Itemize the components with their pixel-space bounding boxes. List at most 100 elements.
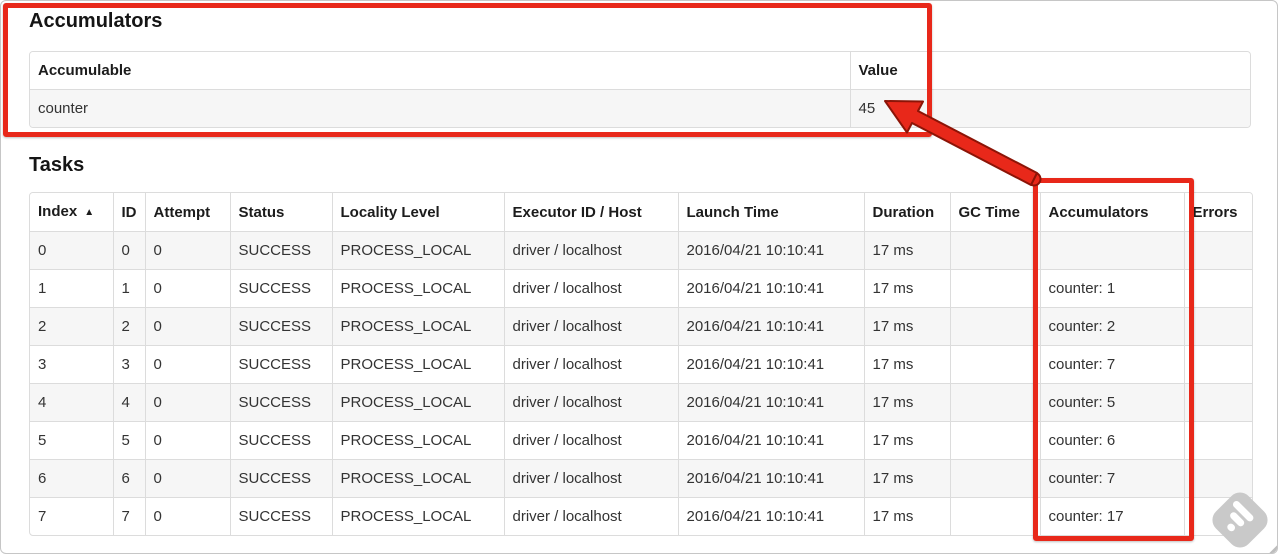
column-header-index[interactable]: Index ▲ [30,193,113,232]
feedly-logo-icon [1212,492,1268,548]
table-cell: SUCCESS [229,459,332,498]
table-row: counter 45 [30,89,1250,127]
table-cell [1039,231,1184,270]
table-cell: 0 [144,345,230,384]
table-cell: counter: 2 [1039,307,1184,346]
table-cell: 0 [144,231,230,270]
table-cell: 3 [112,345,145,384]
table-cell [949,231,1040,270]
table-cell: 7 [112,497,145,535]
table-cell: driver / localhost [503,269,678,308]
table-cell: driver / localhost [503,459,678,498]
table-cell [1183,307,1252,346]
table-cell: 2016/04/21 10:10:41 [677,307,864,346]
accumulators-section-title: Accumulators [29,10,163,32]
table-cell: PROCESS_LOCAL [331,231,504,270]
column-header-executor-id-host[interactable]: Executor ID / Host [503,193,678,232]
table-cell: 5 [30,421,113,460]
column-header-accumulators[interactable]: Accumulators [1039,193,1184,232]
column-header-gc-time[interactable]: GC Time [949,193,1040,232]
column-header-label: ID [121,203,137,221]
column-header-locality-level[interactable]: Locality Level [331,193,504,232]
table-cell: 7 [30,497,113,535]
table-cell: counter: 17 [1039,497,1184,535]
table-cell: 4 [30,383,113,422]
table-cell: PROCESS_LOCAL [331,421,504,460]
table-cell [949,459,1040,498]
table-cell: 17 ms [863,307,950,346]
table-cell [949,269,1040,308]
table-cell: SUCCESS [229,307,332,346]
table-cell: 17 ms [863,269,950,308]
table-cell: 0 [144,383,230,422]
table-cell: 1 [112,269,145,308]
table-cell: driver / localhost [503,231,678,270]
table-row: 2 2 0 SUCCESS PROCESS_LOCAL driver / localhos… [30,307,1252,346]
spark-ui-stage-page: Accumulators Accumulable Value counter 45 … [0,0,1278,554]
table-cell [949,307,1040,346]
column-header-attempt[interactable]: Attempt [144,193,230,232]
table-cell: 2016/04/21 10:10:41 [677,421,864,460]
sort-ascending-icon: ▲ [84,207,95,218]
table-cell: PROCESS_LOCAL [331,269,504,308]
table-cell: driver / localhost [503,497,678,535]
table-cell: counter: 1 [1039,269,1184,308]
table-cell: PROCESS_LOCAL [331,459,504,498]
table-cell: counter: 7 [1039,345,1184,384]
table-cell: PROCESS_LOCAL [331,497,504,535]
table-row: 1 1 0 SUCCESS PROCESS_LOCAL driver / localhos… [30,269,1252,308]
table-cell: counter: 6 [1039,421,1184,460]
table-row: 3 3 0 SUCCESS PROCESS_LOCAL driver / localhos… [30,345,1252,384]
table-header-row: Index ▲ ID Attempt Status Locality Level Execu… [30,193,1252,232]
table-row: 5 5 0 SUCCESS PROCESS_LOCAL driver / localhos… [30,421,1252,460]
table-cell: driver / localhost [503,307,678,346]
table-cell: 1 [30,269,113,308]
table-cell: 45 [849,89,1250,127]
column-header-accumulable[interactable]: Accumulable [30,52,850,90]
table-cell: SUCCESS [229,497,332,535]
table-cell [1183,383,1252,422]
table-cell: 0 [144,459,230,498]
table-cell: 2016/04/21 10:10:41 [677,459,864,498]
column-header-errors[interactable]: Errors [1183,193,1252,232]
column-header-launch-time[interactable]: Launch Time [677,193,864,232]
table-cell: 0 [144,497,230,535]
table-row: 0 0 0 SUCCESS PROCESS_LOCAL driver / localhos… [30,231,1252,270]
table-cell: 6 [112,459,145,498]
table-cell: SUCCESS [229,231,332,270]
table-cell: 2016/04/21 10:10:41 [677,231,864,270]
table-cell: 2016/04/21 10:10:41 [677,269,864,308]
table-cell [949,497,1040,535]
table-cell: 17 ms [863,231,950,270]
table-cell [949,383,1040,422]
tasks-table: Index ▲ ID Attempt Status Locality Level Execu… [29,192,1253,536]
page-content: Accumulators Accumulable Value counter 45 … [1,1,1277,536]
table-cell: PROCESS_LOCAL [331,383,504,422]
table-cell [949,421,1040,460]
column-header-label: Status [238,203,285,221]
table-cell: 2016/04/21 10:10:41 [677,345,864,384]
column-header-label: Attempt [153,203,211,221]
table-cell: 0 [144,269,230,308]
table-cell: SUCCESS [229,345,332,384]
column-header-status[interactable]: Status [229,193,332,232]
column-header-label: Accumulators [1048,203,1149,221]
column-header-id[interactable]: ID [112,193,145,232]
table-row: 4 4 0 SUCCESS PROCESS_LOCAL driver / localhos… [30,383,1252,422]
table-cell: driver / localhost [503,421,678,460]
table-cell: 6 [30,459,113,498]
column-header-value[interactable]: Value [849,52,1250,90]
accumulators-table: Accumulable Value counter 45 [29,51,1251,128]
table-cell: 5 [112,421,145,460]
table-cell: SUCCESS [229,383,332,422]
table-cell [1183,421,1252,460]
table-row: 7 7 0 SUCCESS PROCESS_LOCAL driver / localhos… [30,497,1252,535]
column-header-label: Launch Time [686,203,779,221]
column-header-duration[interactable]: Duration [863,193,950,232]
table-cell: 2 [112,307,145,346]
table-cell [1183,345,1252,384]
table-cell: 2016/04/21 10:10:41 [677,497,864,535]
table-cell: driver / localhost [503,383,678,422]
table-cell: 2 [30,307,113,346]
table-cell: 0 [144,307,230,346]
